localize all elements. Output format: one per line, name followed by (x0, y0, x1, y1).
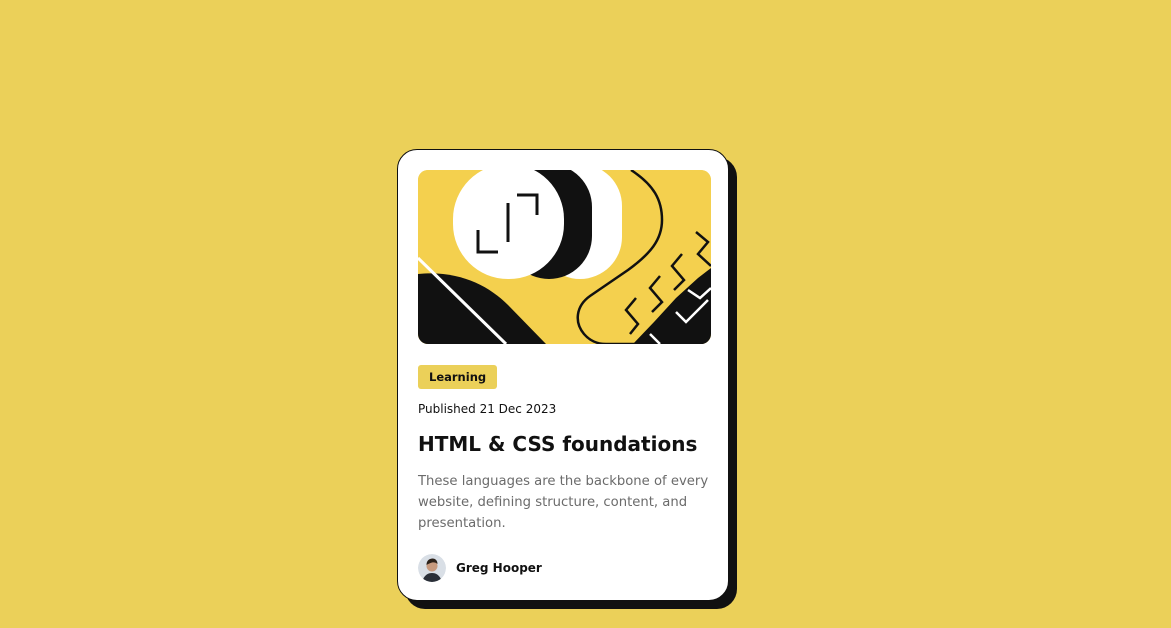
published-date: Published 21 Dec 2023 (418, 402, 557, 416)
abstract-illustration-icon (418, 170, 711, 344)
card-title[interactable]: HTML & CSS foundations (418, 430, 711, 458)
author-info: Greg Hooper (418, 554, 542, 582)
card-description: These languages are the backbone of ever… (418, 474, 709, 531)
author-name: Greg Hooper (456, 561, 542, 575)
avatar (418, 554, 446, 582)
avatar-photo-icon (418, 554, 446, 582)
hero-illustration (418, 170, 711, 344)
blog-preview-card: Learning Published 21 Dec 2023 HTML & CS… (397, 149, 729, 601)
category-tag: Learning (418, 365, 498, 389)
